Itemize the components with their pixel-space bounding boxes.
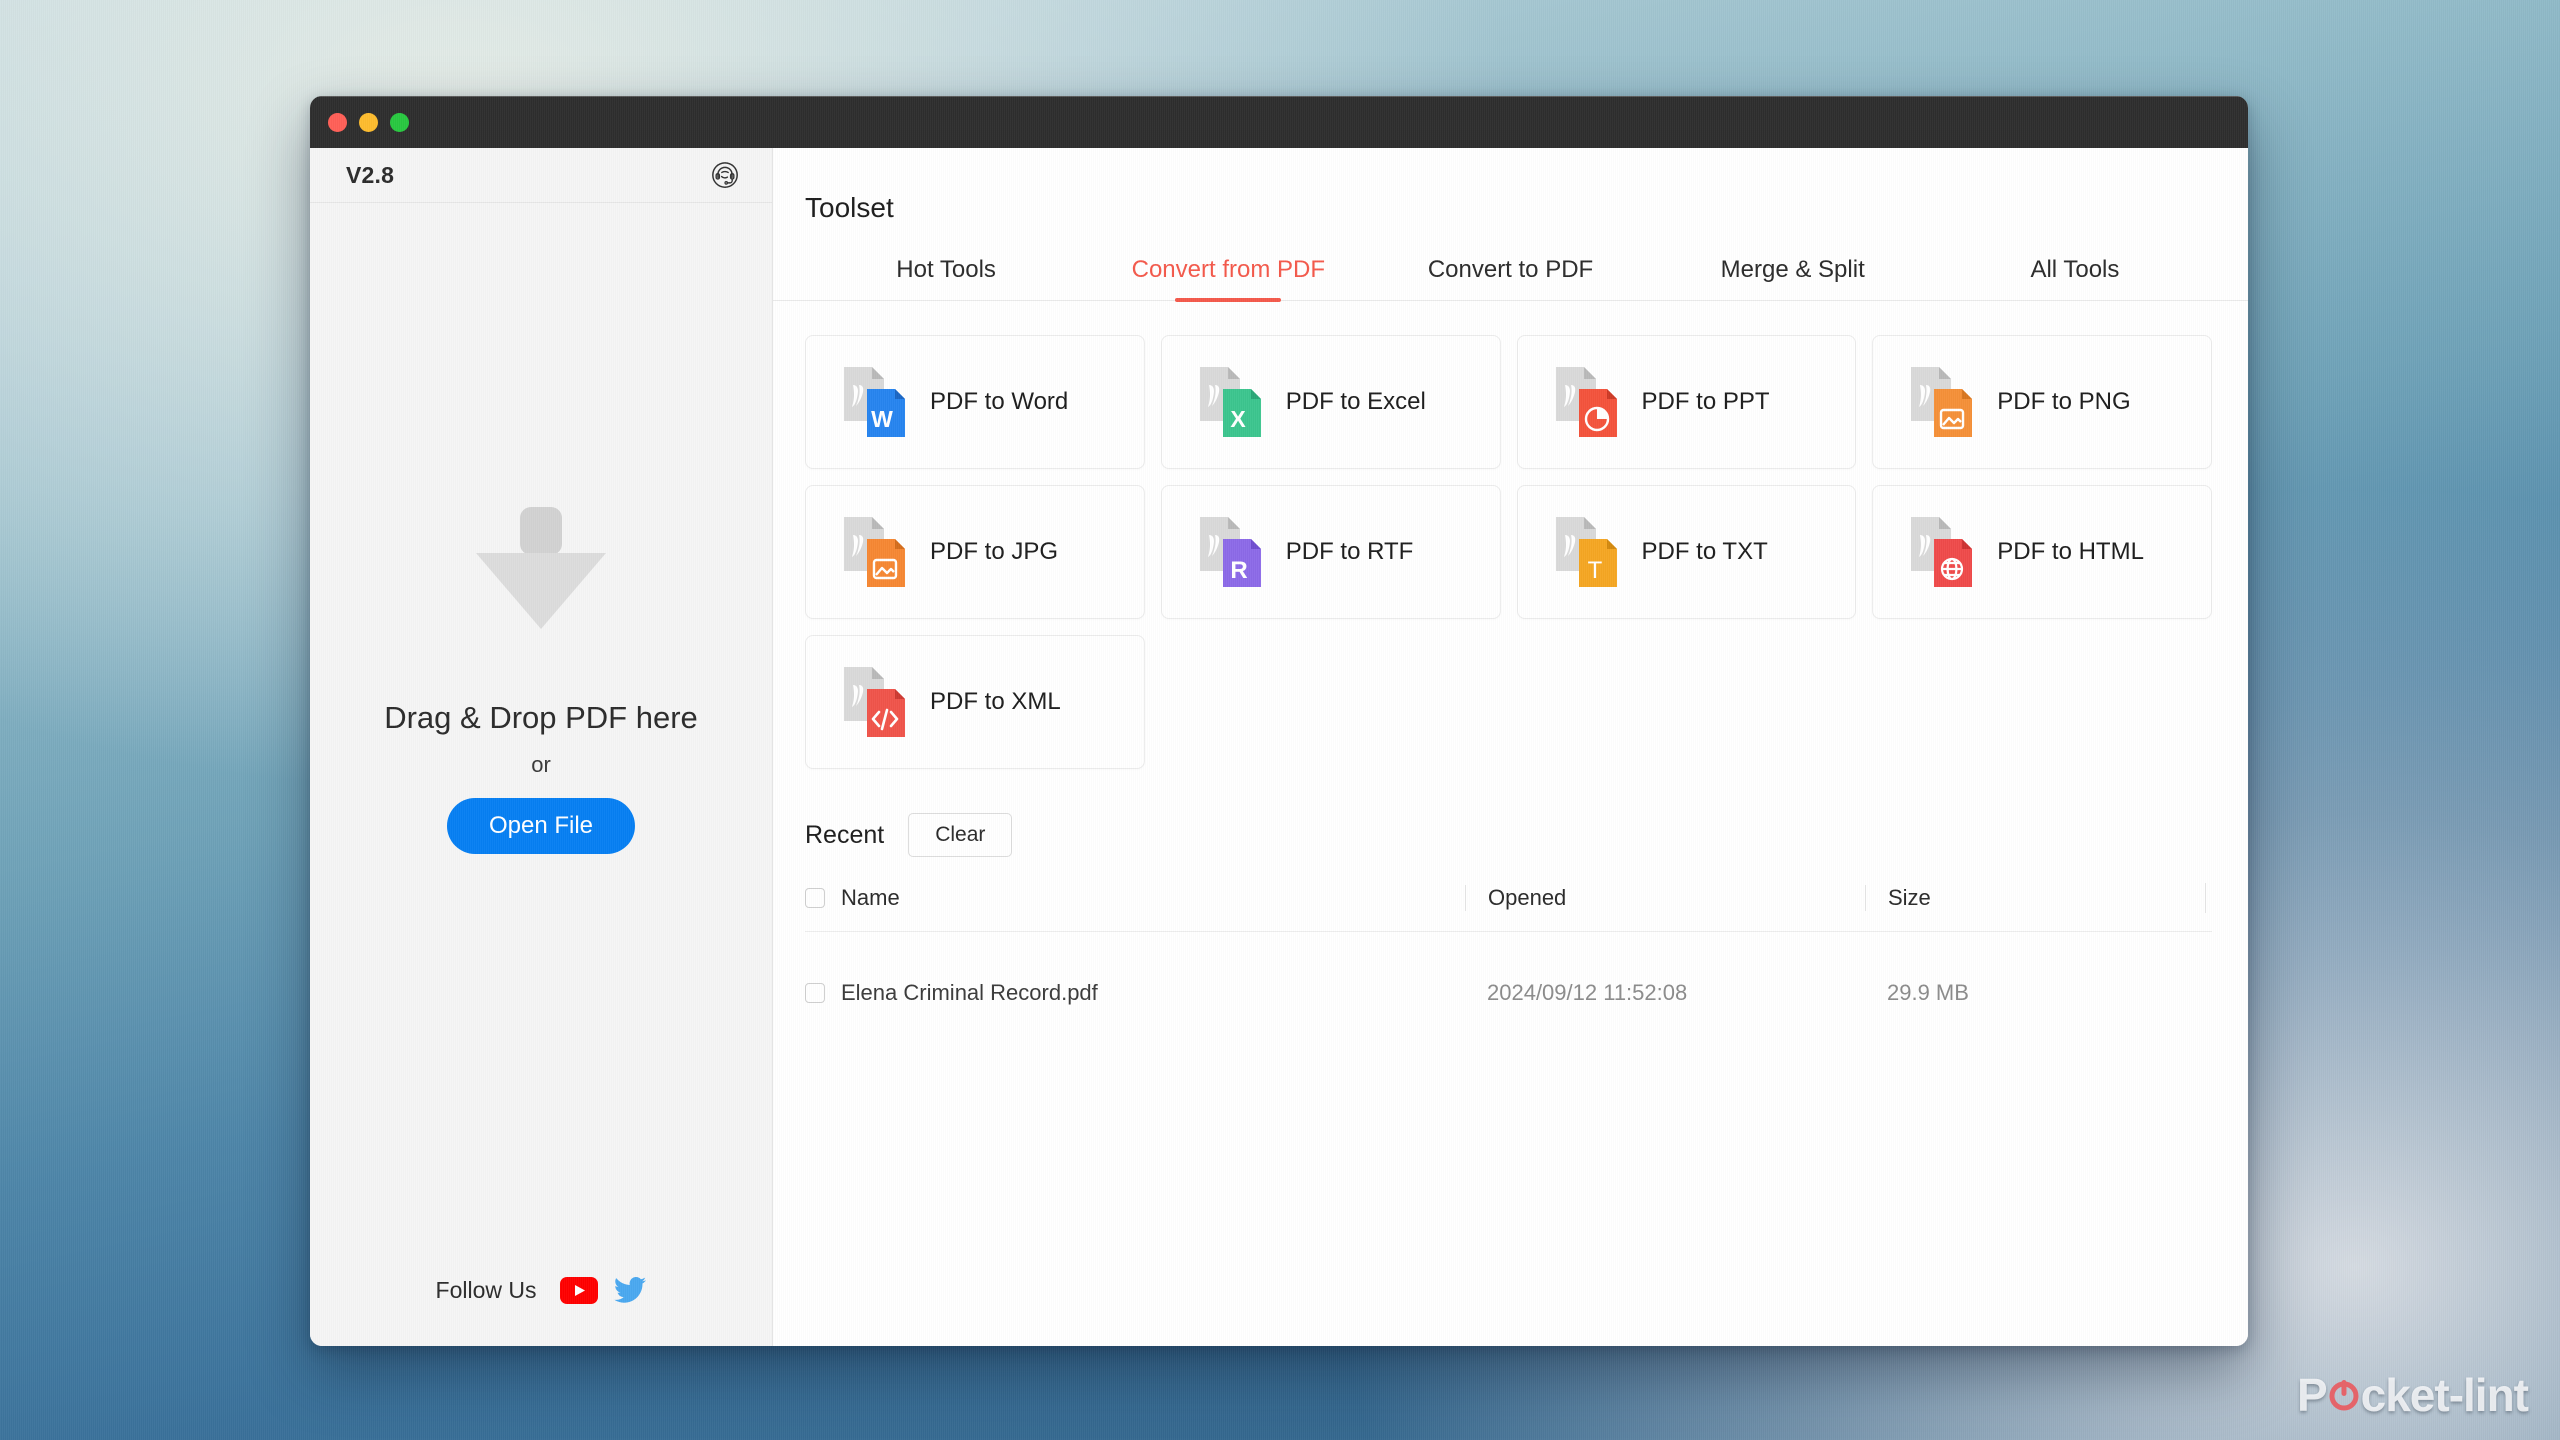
tool-label: PDF to TXT [1641,538,1768,565]
recent-file-size: 29.9 MB [1887,980,1969,1005]
xml-file-icon [834,661,916,743]
html-file-icon [1901,511,1983,593]
tool-card-pdf-to-rtf[interactable]: R PDF to RTF [1160,485,1501,619]
follow-us-label: Follow Us [435,1277,537,1303]
tool-card-pdf-to-jpg[interactable]: PDF to JPG [805,485,1145,619]
column-header-name[interactable]: Name [841,885,900,911]
pdf-dropzone[interactable]: Drag & Drop PDF here or Open File [310,203,772,1277]
recent-file-name: Elena Criminal Record.pdf [841,980,1098,1005]
tool-card-pdf-to-png[interactable]: PDF to PNG [1872,335,2212,469]
twitter-icon[interactable] [614,1277,647,1304]
watermark-suffix: cket-lint [2360,1369,2529,1421]
tool-label: PDF to XML [930,688,1061,715]
tool-label: PDF to Word [930,388,1069,415]
version-label: V2.8 [346,161,395,188]
tool-label: PDF to RTF [1285,538,1414,565]
tool-label: PDF to HTML [1997,538,2144,565]
desktop-background: V2.8 Drag & Drop PDF here or Open File F… [0,0,2560,1440]
recent-table: Name Opened Size Elena Criminal Record.p… [805,883,2212,1008]
tool-label: PDF to PNG [1997,388,2131,415]
svg-text:R: R [1230,557,1247,584]
table-row[interactable]: Elena Criminal Record.pdf 2024/09/12 11:… [805,932,2212,1008]
ppt-file-icon [1546,361,1628,443]
tab-convert-from-pdf[interactable]: Convert from PDF [1087,256,1369,300]
column-header-spacer [2205,883,2212,913]
recent-title: Recent [805,820,885,849]
txt-file-icon: T [1546,511,1628,593]
svg-text:T: T [1587,557,1602,584]
watermark-prefix: P [2296,1369,2328,1421]
clear-recent-button[interactable]: Clear [908,813,1013,857]
open-file-button[interactable]: Open File [446,797,636,854]
column-header-opened[interactable]: Opened [1488,885,1566,910]
minimize-window-button[interactable] [359,113,378,132]
word-file-icon: W [834,361,916,443]
tool-card-pdf-to-ppt[interactable]: PDF to PPT [1516,335,1857,469]
tab-all-tools[interactable]: All Tools [1934,256,2216,300]
tool-label: PDF to PPT [1641,388,1770,415]
dropzone-title: Drag & Drop PDF here [384,699,698,735]
tool-card-pdf-to-xml[interactable]: PDF to XML [805,635,1145,769]
application-window: V2.8 Drag & Drop PDF here or Open File F… [310,96,2248,1346]
tool-card-pdf-to-word[interactable]: W PDF to Word [805,335,1145,469]
rtf-file-icon: R [1190,511,1272,593]
recent-section: Recent Clear Name Opened Size Elena Crim… [773,769,2248,1008]
tool-card-pdf-to-html[interactable]: PDF to HTML [1872,485,2212,619]
excel-file-icon: X [1190,361,1272,443]
jpg-file-icon [834,511,916,593]
page-title: Toolset [805,192,894,223]
close-window-button[interactable] [328,113,347,132]
tool-label: PDF to JPG [930,538,1059,565]
download-arrow-icon [468,506,614,642]
tab-merge-split[interactable]: Merge & Split [1652,256,1934,300]
follow-us-row: Follow Us [310,1277,772,1346]
tab-hot-tools[interactable]: Hot Tools [805,256,1087,300]
window-titlebar [310,96,2248,148]
tool-card-pdf-to-excel[interactable]: X PDF to Excel [1160,335,1501,469]
pocket-lint-watermark: P cket-lint [2296,1368,2529,1422]
recent-file-opened: 2024/09/12 11:52:08 [1487,980,1688,1005]
dropzone-or-label: or [531,751,551,777]
svg-text:X: X [1230,406,1246,432]
youtube-icon[interactable] [560,1277,599,1304]
tool-card-pdf-to-txt[interactable]: T PDF to TXT [1516,485,1857,619]
svg-text:W: W [871,406,893,432]
maximize-window-button[interactable] [390,113,409,132]
table-header-row: Name Opened Size [805,883,2212,932]
recent-header: Recent Clear [805,813,2212,857]
tab-convert-to-pdf[interactable]: Convert to PDF [1369,256,1651,300]
headset-support-icon[interactable] [710,160,740,190]
tool-label: PDF to Excel [1285,388,1426,415]
tool-grid: W PDF to Word X PDF to Excel PDF to PPT … [773,301,2248,769]
main-panel: Toolset Hot Tools Convert from PDF Conve… [773,148,2248,1346]
toolset-tabs: Hot Tools Convert from PDF Convert to PD… [773,256,2248,301]
sidebar: V2.8 Drag & Drop PDF here or Open File F… [310,148,773,1346]
select-all-checkbox[interactable] [805,888,825,908]
sidebar-header: V2.8 [310,148,772,203]
column-header-size[interactable]: Size [1888,885,1931,910]
window-body: V2.8 Drag & Drop PDF here or Open File F… [310,148,2248,1346]
row-select-checkbox[interactable] [805,983,825,1003]
png-file-icon [1901,361,1983,443]
